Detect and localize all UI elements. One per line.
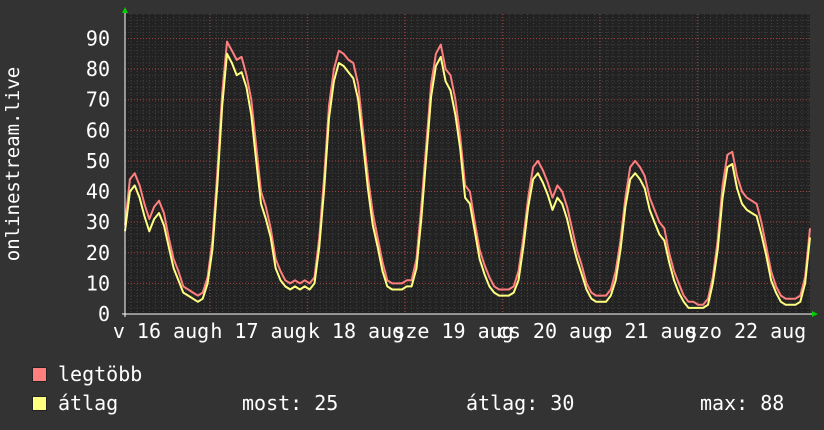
y-axis-ticks: 0 10 20 30 40 50 60 70 80 90: [86, 26, 110, 326]
stat-average: átlag: 30: [466, 391, 574, 415]
y-tick-label: 0: [98, 302, 110, 326]
y-tick-label: 70: [86, 88, 110, 112]
stat-average-value: 30: [550, 391, 575, 415]
stat-max-value: 88: [760, 391, 785, 415]
x-tick-label: p 21 aug: [600, 319, 696, 343]
y-tick-label: 60: [86, 118, 110, 142]
x-tick-label: v 16 aug: [113, 319, 209, 343]
stat-current-label: most:: [242, 391, 303, 415]
x-tick-label: sze 19 aug: [393, 319, 513, 343]
x-tick-label: k 18 aug: [308, 319, 404, 343]
x-axis-arrow: [812, 311, 818, 317]
stat-average-label: átlag:: [466, 391, 539, 415]
x-tick-label: cs 20 aug: [497, 319, 605, 343]
stat-max: max: 88: [700, 391, 784, 415]
y-tick-label: 80: [86, 57, 110, 81]
x-axis-ticks: v 16 aug h 17 aug k 18 augsze 19 augcs 20 …: [113, 319, 806, 343]
x-tick-label: szo 22 aug: [686, 319, 806, 343]
legend-label-atlag: átlag: [58, 391, 119, 415]
x-tick-label: h 17 aug: [210, 319, 306, 343]
y-axis-label: onlinestream.live: [2, 67, 24, 261]
plot-background: [125, 14, 810, 314]
y-tick-label: 30: [86, 210, 110, 234]
legend-swatch-legtobb: [32, 367, 47, 382]
y-tick-label: 50: [86, 149, 110, 173]
legend-swatch-atlag: [32, 396, 47, 411]
legend-label-legtobb: legtöbb: [58, 362, 143, 386]
y-tick-label: 10: [86, 271, 110, 295]
y-tick-label: 20: [86, 241, 110, 265]
stat-current: most: 25: [242, 391, 338, 415]
y-tick-label: 90: [86, 26, 110, 50]
y-axis-arrow: [122, 7, 128, 13]
stat-current-value: 25: [314, 391, 339, 415]
stat-max-label: max:: [700, 391, 749, 415]
y-tick-label: 40: [86, 180, 110, 204]
